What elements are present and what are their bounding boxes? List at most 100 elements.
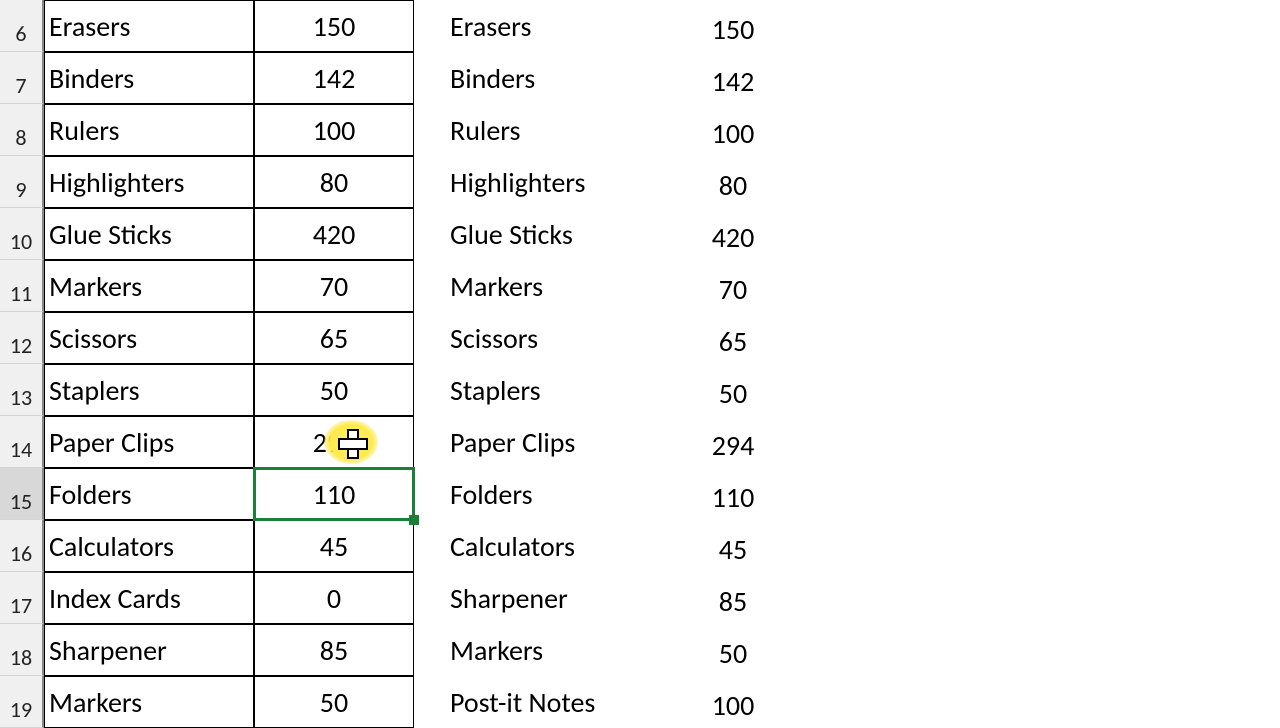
- table-row: Scissors65Scissors65: [44, 312, 798, 364]
- cell-item-name-copy[interactable]: Markers: [450, 624, 668, 676]
- cell-item-name[interactable]: Sharpener: [44, 624, 254, 676]
- cell-item-name[interactable]: Staplers: [44, 364, 254, 416]
- table-row: Rulers100Rulers100: [44, 104, 798, 156]
- column-gap: [414, 572, 450, 624]
- row-header[interactable]: 11: [0, 260, 44, 312]
- cell-item-qty-copy[interactable]: 65: [668, 312, 798, 364]
- cell-item-name[interactable]: Scissors: [44, 312, 254, 364]
- table-row: Glue Sticks420Glue Sticks420: [44, 208, 798, 260]
- cell-item-name[interactable]: Folders: [44, 468, 254, 520]
- cell-item-qty[interactable]: 0: [254, 572, 414, 624]
- cell-item-qty[interactable]: 420: [254, 208, 414, 260]
- cell-item-qty[interactable]: 150: [254, 0, 414, 52]
- row-header[interactable]: 7: [0, 52, 44, 104]
- cell-item-qty[interactable]: 294: [254, 416, 414, 468]
- cell-item-name[interactable]: Erasers: [44, 0, 254, 52]
- table-row: Binders142Binders142: [44, 52, 798, 104]
- cell-item-qty-copy[interactable]: 150: [668, 0, 798, 52]
- column-gap: [414, 676, 450, 728]
- cell-item-qty-copy[interactable]: 294: [668, 416, 798, 468]
- cell-item-name-copy[interactable]: Paper Clips: [450, 416, 668, 468]
- row-header[interactable]: 14: [0, 416, 44, 468]
- cell-item-qty-copy[interactable]: 420: [668, 208, 798, 260]
- cell-item-qty-copy[interactable]: 142: [668, 52, 798, 104]
- cell-item-qty[interactable]: 80: [254, 156, 414, 208]
- row-header[interactable]: 10: [0, 208, 44, 260]
- cell-item-name[interactable]: Markers: [44, 260, 254, 312]
- cell-item-qty-copy[interactable]: 100: [668, 676, 798, 728]
- cell-item-name[interactable]: Highlighters: [44, 156, 254, 208]
- row-header[interactable]: 12: [0, 312, 44, 364]
- cell-item-name[interactable]: Binders: [44, 52, 254, 104]
- table-row: Folders110Folders110: [44, 468, 798, 520]
- cell-item-name[interactable]: Paper Clips: [44, 416, 254, 468]
- cell-item-qty[interactable]: 65: [254, 312, 414, 364]
- cell-grid[interactable]: Erasers150Erasers150Binders142Binders142…: [44, 0, 798, 728]
- cell-item-qty[interactable]: 70: [254, 260, 414, 312]
- row-header[interactable]: 17: [0, 572, 44, 624]
- spreadsheet-viewport[interactable]: 678910111213141516171819 Erasers150Erase…: [0, 0, 798, 728]
- table-row: Markers70Markers70: [44, 260, 798, 312]
- row-header[interactable]: 9: [0, 156, 44, 208]
- row-header[interactable]: 18: [0, 624, 44, 676]
- table-row: Staplers50Staplers50: [44, 364, 798, 416]
- column-gap: [414, 364, 450, 416]
- column-gap: [414, 416, 450, 468]
- cell-item-name-copy[interactable]: Post-it Notes: [450, 676, 668, 728]
- cell-item-qty[interactable]: 50: [254, 676, 414, 728]
- table-row: Sharpener85 Markers50: [44, 624, 798, 676]
- cell-item-qty-copy[interactable]: 110: [668, 468, 798, 520]
- cell-item-qty-copy[interactable]: 80: [668, 156, 798, 208]
- cell-item-name-copy[interactable]: Folders: [450, 468, 668, 520]
- column-gap: [414, 208, 450, 260]
- row-header[interactable]: 6: [0, 0, 44, 52]
- column-gap: [414, 156, 450, 208]
- cell-item-name[interactable]: Glue Sticks: [44, 208, 254, 260]
- cell-item-name[interactable]: Markers: [44, 676, 254, 728]
- column-gap: [414, 520, 450, 572]
- table-row: Calculators45Calculators45: [44, 520, 798, 572]
- cell-item-name-copy[interactable]: Staplers: [450, 364, 668, 416]
- cell-item-name[interactable]: Rulers: [44, 104, 254, 156]
- row-header-gutter: 678910111213141516171819: [0, 0, 44, 728]
- cell-item-name-copy[interactable]: Erasers: [450, 0, 668, 52]
- cell-item-name-copy[interactable]: Scissors: [450, 312, 668, 364]
- column-gap: [414, 260, 450, 312]
- cell-item-name-copy[interactable]: Binders: [450, 52, 668, 104]
- column-gap: [414, 0, 450, 52]
- column-gap: [414, 312, 450, 364]
- cell-item-qty[interactable]: 45: [254, 520, 414, 572]
- cell-item-qty[interactable]: 142: [254, 52, 414, 104]
- table-row: Erasers150Erasers150: [44, 0, 798, 52]
- table-row: Highlighters80Highlighters80: [44, 156, 798, 208]
- cell-item-name-copy[interactable]: Calculators: [450, 520, 668, 572]
- cell-item-name[interactable]: Index Cards: [44, 572, 254, 624]
- row-header[interactable]: 16: [0, 520, 44, 572]
- cell-item-qty-copy[interactable]: 100: [668, 104, 798, 156]
- cell-item-qty-copy[interactable]: 50: [668, 624, 798, 676]
- cell-item-qty-copy[interactable]: 50: [668, 364, 798, 416]
- cell-item-name-copy[interactable]: Glue Sticks: [450, 208, 668, 260]
- cell-item-qty[interactable]: 50: [254, 364, 414, 416]
- cell-item-name-copy[interactable]: Sharpener: [450, 572, 668, 624]
- cell-item-name-copy[interactable]: Rulers: [450, 104, 668, 156]
- cell-item-name[interactable]: Calculators: [44, 520, 254, 572]
- column-gap: [414, 624, 450, 676]
- cell-item-name-copy[interactable]: Highlighters: [450, 156, 668, 208]
- cell-item-name-copy[interactable]: Markers: [450, 260, 668, 312]
- cell-item-qty[interactable]: 100: [254, 104, 414, 156]
- table-row: Paper Clips294Paper Clips294: [44, 416, 798, 468]
- cell-item-qty-copy[interactable]: 85: [668, 572, 798, 624]
- cell-item-qty-copy[interactable]: 70: [668, 260, 798, 312]
- column-gap: [414, 52, 450, 104]
- row-header[interactable]: 19: [0, 676, 44, 728]
- row-header[interactable]: 8: [0, 104, 44, 156]
- cell-item-qty[interactable]: 85: [254, 624, 414, 676]
- column-gap: [414, 104, 450, 156]
- cell-item-qty[interactable]: 110: [254, 468, 414, 520]
- table-row: Markers50 Post-it Notes100: [44, 676, 798, 728]
- row-header[interactable]: 15: [0, 468, 44, 520]
- table-row: Index Cards0 Sharpener85: [44, 572, 798, 624]
- row-header[interactable]: 13: [0, 364, 44, 416]
- cell-item-qty-copy[interactable]: 45: [668, 520, 798, 572]
